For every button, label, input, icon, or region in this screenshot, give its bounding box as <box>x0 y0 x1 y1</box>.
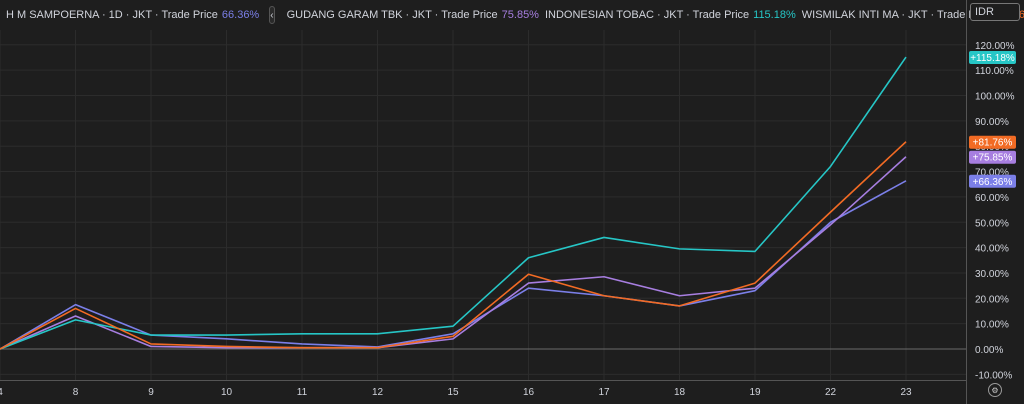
y-tick-label: 110.00% <box>975 66 1014 77</box>
y-tick-label: 10.00% <box>975 320 1009 331</box>
x-tick-label: 22 <box>825 387 837 398</box>
x-tick-label: 8 <box>73 387 79 398</box>
y-tick-label: 40.00% <box>975 244 1009 255</box>
y-tick-label: 20.00% <box>975 294 1009 305</box>
line-chart: -10.00% 0.00% 10.00% 20.00% 30.00% 40.00% 50.0… <box>0 0 1016 404</box>
series-badge: +75.85% <box>969 150 1016 164</box>
x-tick-label: 12 <box>372 387 384 398</box>
series-badge: +115.18% <box>969 51 1016 65</box>
x-tick-label: 4 <box>0 387 3 398</box>
badge-label: +66.36% <box>973 177 1013 188</box>
y-tick-label: 90.00% <box>975 117 1009 128</box>
y-tick-label: 60.00% <box>975 193 1009 204</box>
y-tick-label: 100.00% <box>975 92 1015 103</box>
y-tick-label: 30.00% <box>975 269 1009 280</box>
grid <box>0 30 966 380</box>
series-badge: +66.36% <box>969 174 1016 188</box>
badge-label: +115.18% <box>970 53 1015 64</box>
badge-label: +75.85% <box>973 153 1013 164</box>
settings-icon[interactable]: ⚙ <box>988 383 1002 397</box>
x-tick-label: 15 <box>447 387 459 398</box>
y-axis-ticks: -10.00% 0.00% 10.00% 20.00% 30.00% 40.00% 50.0… <box>975 41 1015 382</box>
series-badge: +81.76% <box>969 135 1016 149</box>
y-tick-label: 120.00% <box>975 41 1015 52</box>
x-tick-label: 9 <box>148 387 154 398</box>
x-tick-label: 16 <box>523 387 535 398</box>
y-tick-label: -10.00% <box>975 370 1012 381</box>
y-tick-label: 0.00% <box>975 345 1003 356</box>
x-tick-label: 18 <box>674 387 686 398</box>
badge-label: +81.76% <box>973 138 1013 149</box>
x-tick-label: 19 <box>749 387 761 398</box>
x-tick-label: 23 <box>900 387 912 398</box>
x-tick-label: 10 <box>221 387 233 398</box>
y-tick-label: 50.00% <box>975 218 1009 229</box>
x-axis-ticks: 4 8 9 10 11 12 15 16 17 18 19 22 23 <box>0 387 912 398</box>
x-tick-label: 11 <box>297 387 308 398</box>
x-tick-label: 17 <box>598 387 610 398</box>
